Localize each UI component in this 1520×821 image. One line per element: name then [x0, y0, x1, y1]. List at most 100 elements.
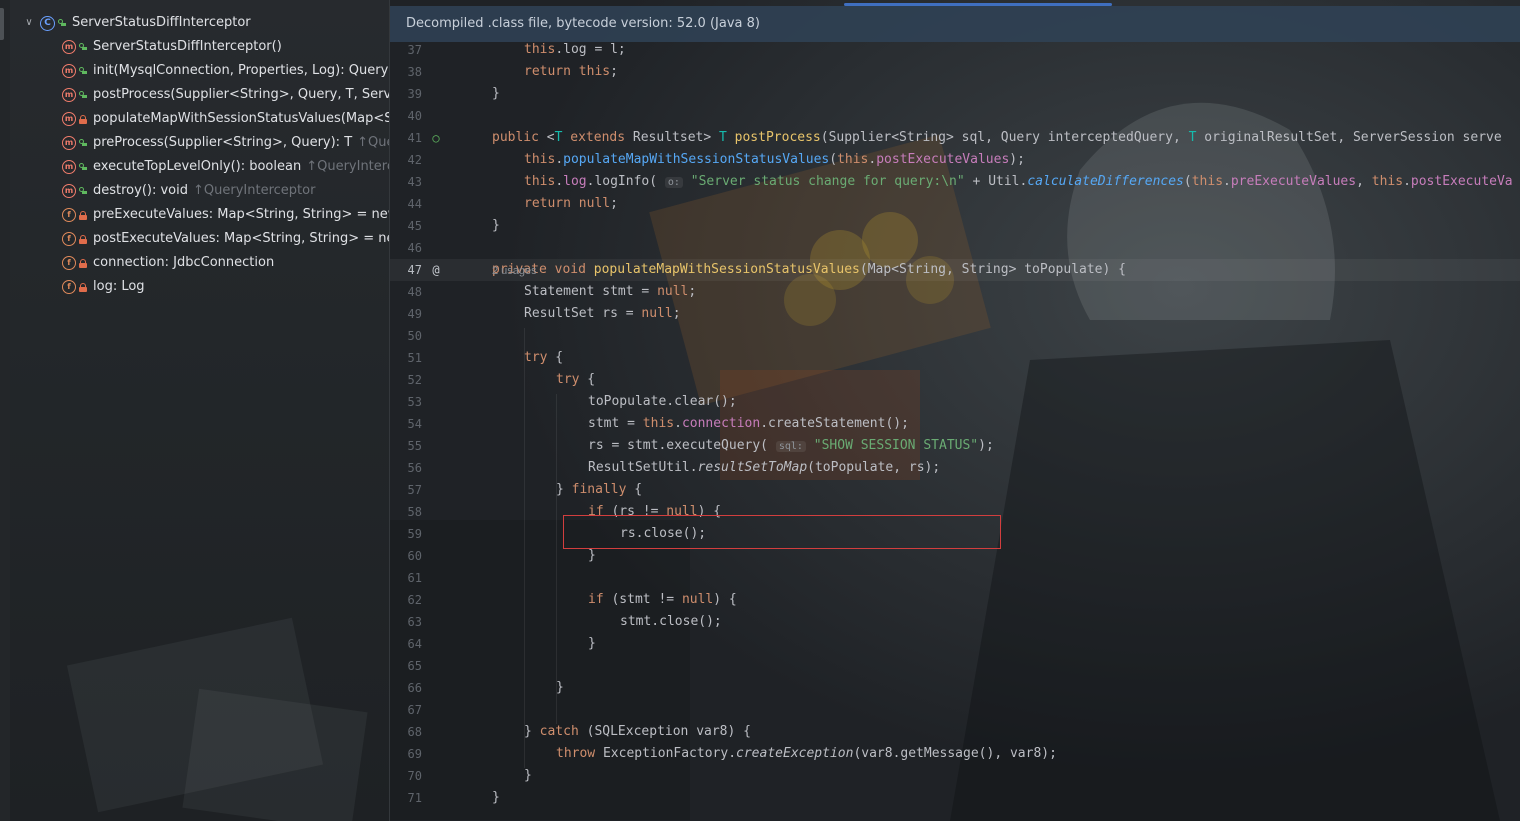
line-number[interactable]: 56: [390, 457, 422, 479]
field-icon: f: [62, 256, 76, 270]
line-number[interactable]: 38: [390, 61, 422, 83]
tree-node-method[interactable]: m init(MysqlConnection, Properties, Log):…: [62, 59, 389, 83]
at-gutter-icon[interactable]: @: [428, 259, 444, 281]
code-line[interactable]: 45}: [390, 215, 1520, 237]
code-line[interactable]: 68} catch (SQLException var8) {: [390, 721, 1520, 743]
line-number[interactable]: 52: [390, 369, 422, 391]
line-number[interactable]: 60: [390, 545, 422, 567]
tree-node-field[interactable]: f log: Log: [62, 275, 145, 299]
tree-node-field[interactable]: f connection: JdbcConnection: [62, 251, 274, 275]
line-number[interactable]: 59: [390, 523, 422, 545]
code-line[interactable]: 52 try {: [390, 369, 1520, 391]
code-editor[interactable]: Decompiled .class file, bytecode version…: [390, 0, 1520, 821]
tree-node-method[interactable]: m preProcess(Supplier<String>, Query): T ↑…: [62, 131, 389, 155]
line-number[interactable]: 57: [390, 479, 422, 501]
line-number[interactable]: 42: [390, 149, 422, 171]
code-line[interactable]: 42 this.populateMapWithSessionStatusValue…: [390, 149, 1520, 171]
code-line[interactable]: 47 @ private void populateMapWithSessionSt…: [390, 259, 1520, 281]
code-line[interactable]: 69 throw ExceptionFactory.createException…: [390, 743, 1520, 765]
line-number[interactable]: 61: [390, 567, 422, 589]
line-number[interactable]: 43: [390, 171, 422, 193]
code-line[interactable]: 50: [390, 325, 1520, 347]
code-line[interactable]: 46: [390, 237, 1520, 259]
line-number[interactable]: 48: [390, 281, 422, 303]
code-token: null: [641, 306, 673, 321]
line-number[interactable]: 44: [390, 193, 422, 215]
code-line[interactable]: 53 toPopulate.clear();: [390, 391, 1520, 413]
code-token: (: [829, 152, 838, 167]
code-line[interactable]: 43 this.log.logInfo( o: "Server status ch…: [390, 171, 1520, 193]
code-line[interactable]: 55 rs = stmt.executeQuery( sql: "SHOW SES…: [390, 435, 1520, 457]
implements-gutter-icon[interactable]: ○: [428, 127, 444, 149]
line-number[interactable]: 50: [390, 325, 422, 347]
code-line[interactable]: 62 if (stmt != null) {: [390, 589, 1520, 611]
code-line[interactable]: 70}: [390, 765, 1520, 787]
tree-node-field[interactable]: f preExecuteValues: Map<String, String> =…: [62, 203, 389, 227]
code-line[interactable]: 37 this.log = l;: [390, 39, 1520, 61]
line-number[interactable]: 58: [390, 501, 422, 523]
code-line[interactable]: 65: [390, 655, 1520, 677]
code-line[interactable]: 67: [390, 699, 1520, 721]
line-number[interactable]: 66: [390, 677, 422, 699]
code-line[interactable]: 57} finally {: [390, 479, 1520, 501]
code-line[interactable]: 61: [390, 567, 1520, 589]
tree-node-method[interactable]: m executeTopLevelOnly(): boolean ↑QueryInt…: [62, 155, 389, 179]
decompiled-banner: Decompiled .class file, bytecode version…: [390, 6, 1520, 42]
tree-node-method[interactable]: m destroy(): void ↑QueryInterceptor: [62, 179, 315, 203]
code-text: }: [492, 787, 500, 809]
tree-node-field[interactable]: f postExecuteValues: Map<String, String> …: [62, 227, 389, 251]
tool-window-marker[interactable]: [0, 8, 4, 40]
line-number[interactable]: 65: [390, 655, 422, 677]
code-line[interactable]: 63 stmt.close();: [390, 611, 1520, 633]
code-line[interactable]: 39}: [390, 83, 1520, 105]
code-token: (Map<String, String> toPopulate) {: [859, 262, 1126, 277]
code-line[interactable]: 44 return null;: [390, 193, 1520, 215]
tree-node-method[interactable]: m populateMapWithSessionStatusValues(Map<…: [62, 107, 389, 131]
highlight-box: [563, 515, 1001, 549]
line-number[interactable]: 40: [390, 105, 422, 127]
code-line[interactable]: 66}: [390, 677, 1520, 699]
code-area[interactable]: 37 this.log = l; 38 return this; 39} 40 41 ○ pub…: [390, 42, 1520, 821]
code-line[interactable]: 54 stmt = this.connection.createStatement…: [390, 413, 1520, 435]
code-line[interactable]: 56 ResultSetUtil.resultSetToMap(toPopulat…: [390, 457, 1520, 479]
code-token: }: [556, 482, 572, 497]
line-number[interactable]: 37: [390, 39, 422, 61]
line-number[interactable]: 63: [390, 611, 422, 633]
code-line[interactable]: 51 try {: [390, 347, 1520, 369]
line-number[interactable]: 54: [390, 413, 422, 435]
line-number[interactable]: 51: [390, 347, 422, 369]
line-number[interactable]: 69: [390, 743, 422, 765]
line-number[interactable]: 47: [390, 259, 422, 281]
member-label: preProcess(Supplier<String>, Query): T: [93, 135, 353, 150]
chevron-down-icon[interactable]: ∨: [22, 11, 36, 35]
code-line[interactable]: 64}: [390, 633, 1520, 655]
code-text: }: [492, 83, 500, 105]
line-number[interactable]: 62: [390, 589, 422, 611]
line-number[interactable]: 71: [390, 787, 422, 809]
code-line[interactable]: 40: [390, 105, 1520, 127]
line-number[interactable]: 49: [390, 303, 422, 325]
line-number[interactable]: 41: [390, 127, 422, 149]
line-number[interactable]: 39: [390, 83, 422, 105]
code-line[interactable]: 71}: [390, 787, 1520, 809]
class-icon: C: [40, 15, 55, 31]
tree-node-class[interactable]: ∨ C ServerStatusDiffInterceptor: [22, 11, 251, 35]
tree-node-method[interactable]: m ServerStatusDiffInterceptor(): [62, 35, 282, 59]
line-number[interactable]: 53: [390, 391, 422, 413]
code-line[interactable]: 49 ResultSet rs = null;: [390, 303, 1520, 325]
usages-hint[interactable]: 2 usages: [492, 260, 537, 282]
line-number[interactable]: 68: [390, 721, 422, 743]
line-number[interactable]: 55: [390, 435, 422, 457]
line-number[interactable]: 46: [390, 237, 422, 259]
code-line[interactable]: 48 Statement stmt = null;: [390, 281, 1520, 303]
tree-node-method[interactable]: m postProcess(Supplier<String>, Query, T,…: [62, 83, 389, 107]
code-line[interactable]: 41 ○ public <T extends Resultset> T postPr…: [390, 127, 1520, 149]
line-number[interactable]: 67: [390, 699, 422, 721]
line-number[interactable]: 70: [390, 765, 422, 787]
code-line[interactable]: 38 return this;: [390, 61, 1520, 83]
code-token: stmt.close();: [620, 614, 722, 629]
code-text: return null;: [524, 193, 618, 215]
line-number[interactable]: 45: [390, 215, 422, 237]
line-number[interactable]: 64: [390, 633, 422, 655]
